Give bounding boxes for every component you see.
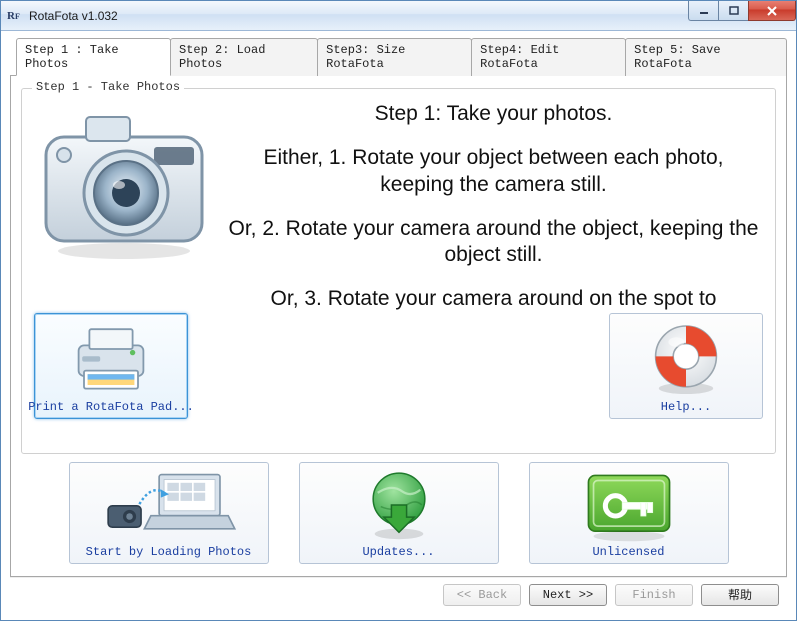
instruction-row: Step 1: Take your photos. Either, 1. Rot…	[34, 101, 763, 313]
tile-label: Help...	[661, 400, 711, 414]
window-title: RotaFota v1.032	[29, 9, 118, 23]
mid-row: Print a RotaFota Pad...	[34, 313, 763, 419]
unlicensed-button[interactable]: Unlicensed	[529, 462, 729, 564]
maximize-icon	[729, 6, 739, 16]
button-label: << Back	[457, 588, 507, 602]
tile-label: Unlicensed	[592, 545, 664, 559]
minimize-button[interactable]	[688, 1, 718, 21]
lifebuoy-icon	[642, 318, 730, 398]
tab-step3[interactable]: Step3: Size RotaFota	[317, 38, 472, 76]
app-icon: RF	[7, 8, 23, 24]
tab-step4[interactable]: Step4: Edit RotaFota	[471, 38, 626, 76]
button-label: Next >>	[543, 588, 593, 602]
tile-label: Start by Loading Photos	[86, 545, 252, 559]
globe-download-icon	[356, 467, 442, 543]
load-photos-button[interactable]: Start by Loading Photos	[69, 462, 269, 564]
close-icon	[766, 6, 778, 16]
finish-button[interactable]: Finish	[615, 584, 693, 606]
close-button[interactable]	[748, 1, 796, 21]
tab-label: Step3: Size RotaFota	[326, 43, 405, 71]
print-pad-button[interactable]: Print a RotaFota Pad...	[34, 313, 188, 419]
group-legend: Step 1 - Take Photos	[32, 80, 184, 94]
button-label: 帮助	[728, 586, 752, 603]
key-license-icon	[569, 467, 689, 543]
tile-label: Updates...	[362, 545, 434, 559]
tile-label: Print a RotaFota Pad...	[28, 400, 194, 414]
laptop-camera-icon	[89, 468, 249, 542]
tab-label: Step 1 : Take Photos	[25, 43, 119, 71]
tab-step2[interactable]: Step 2: Load Photos	[170, 38, 318, 76]
bottom-row: Start by Loading Photos	[21, 462, 776, 566]
next-button[interactable]: Next >>	[529, 584, 607, 606]
tab-strip: Step 1 : Take Photos Step 2: Load Photos…	[10, 37, 787, 75]
window-controls	[688, 1, 796, 21]
tab-label: Step4: Edit RotaFota	[480, 43, 559, 71]
button-label: Finish	[632, 588, 675, 602]
step1-groupbox: Step 1 - Take Photos	[21, 88, 776, 454]
app-window: RF RotaFota v1.032 Step 1 : Take Photos …	[0, 0, 797, 621]
printer-icon	[56, 322, 166, 394]
tab-label: Step 2: Load Photos	[179, 43, 265, 71]
titlebar[interactable]: RF RotaFota v1.032	[1, 1, 796, 31]
camera-illustration	[34, 101, 214, 313]
instruction-title: Step 1: Take your photos.	[224, 101, 763, 127]
wizard-button-bar: << Back Next >> Finish 帮助	[10, 577, 787, 611]
maximize-button[interactable]	[718, 1, 748, 21]
tab-step5[interactable]: Step 5: Save RotaFota	[625, 38, 787, 76]
updates-button[interactable]: Updates...	[299, 462, 499, 564]
tab-panel: Step 1 - Take Photos	[10, 75, 787, 577]
back-button[interactable]: << Back	[443, 584, 521, 606]
instruction-line3: Or, 3. Rotate your camera around on the …	[224, 286, 763, 312]
camera-icon	[34, 101, 214, 261]
instruction-text: Step 1: Take your photos. Either, 1. Rot…	[224, 101, 763, 313]
client-area: Step 1 : Take Photos Step 2: Load Photos…	[1, 31, 796, 620]
tab-label: Step 5: Save RotaFota	[634, 43, 720, 71]
instruction-line2: Or, 2. Rotate your camera around the obj…	[224, 216, 763, 269]
help-wizard-button[interactable]: 帮助	[701, 584, 779, 606]
instruction-line1: Either, 1. Rotate your object between ea…	[224, 145, 763, 198]
tab-step1[interactable]: Step 1 : Take Photos	[16, 38, 171, 76]
help-button[interactable]: Help...	[609, 313, 763, 419]
minimize-icon	[699, 6, 709, 16]
